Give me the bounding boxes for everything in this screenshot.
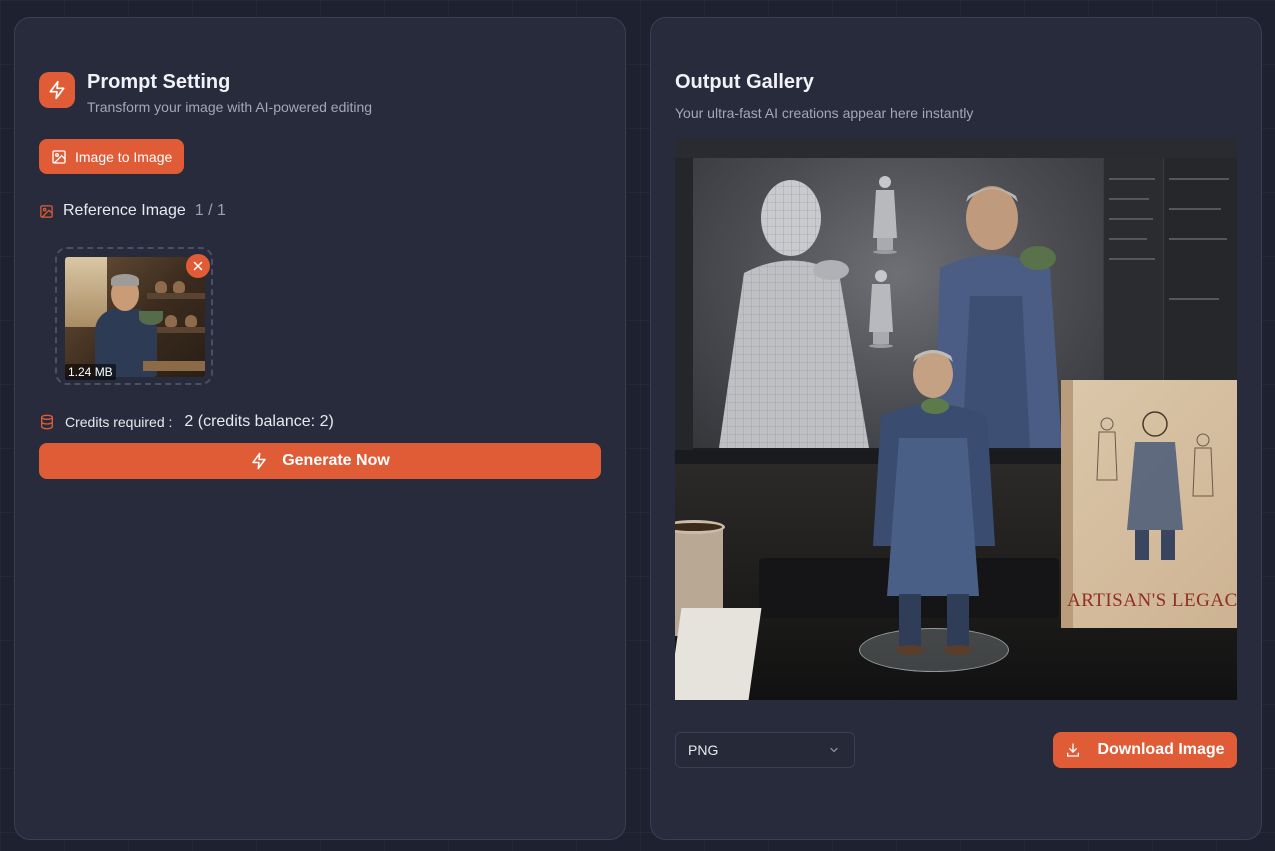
database-icon	[41, 414, 53, 430]
format-select[interactable]: PNG	[675, 732, 855, 768]
painted-figurine	[873, 350, 995, 655]
image-to-image-label: Image to Image	[75, 148, 173, 165]
credits-value: 2 (credits balance: 2)	[184, 413, 334, 430]
generated-image[interactable]: ARTISAN'S LEGACY	[675, 138, 1237, 700]
output-title: Output Gallery	[675, 71, 814, 93]
image-icon	[52, 149, 66, 164]
image-to-image-button[interactable]: Image to Image	[39, 139, 185, 174]
box-artwork	[1096, 411, 1214, 560]
papers	[675, 608, 762, 700]
remove-image-button[interactable]	[186, 254, 210, 278]
download-image-button[interactable]: Download Image	[1053, 732, 1237, 768]
format-select-value: PNG	[688, 742, 719, 758]
output-gallery-panel: Output Gallery Your ultra-fast AI creati…	[650, 17, 1262, 840]
bolt-icon	[39, 72, 75, 108]
reference-image-label: Reference Image	[63, 202, 186, 219]
prompt-setting-panel: Prompt Setting Transform your image with…	[14, 17, 626, 840]
prompt-title: Prompt Setting	[87, 71, 231, 93]
thumbnail-file-size: 1.24 MB	[65, 364, 116, 380]
credits-row: Credits required : 2 (credits balance: 2…	[39, 413, 334, 431]
credits-label: Credits required :	[65, 414, 173, 430]
reference-image-count: 1 / 1	[194, 202, 226, 219]
download-image-label: Download Image	[1097, 741, 1225, 758]
generate-now-label: Generate Now	[282, 452, 390, 469]
prompt-header: Prompt Setting Transform your image with…	[39, 72, 372, 115]
close-icon	[193, 261, 203, 271]
download-icon	[1067, 743, 1080, 757]
reference-thumbnail	[65, 257, 205, 377]
image-icon	[40, 204, 53, 218]
reference-image-slot[interactable]: 1.24 MB	[55, 247, 213, 385]
chevron-down-icon	[830, 747, 838, 753]
mini-statue-front	[873, 176, 897, 254]
prompt-subtitle: Transform your image with AI-powered edi…	[87, 99, 373, 115]
output-subtitle: Your ultra-fast AI creations appear here…	[675, 105, 974, 121]
generate-now-button[interactable]: Generate Now	[39, 443, 601, 479]
reference-image-header: Reference Image 1 / 1	[39, 202, 226, 220]
bolt-icon	[252, 452, 266, 470]
mini-statue-side	[869, 270, 893, 348]
box-title: ARTISAN'S LEGACY	[1067, 590, 1237, 611]
